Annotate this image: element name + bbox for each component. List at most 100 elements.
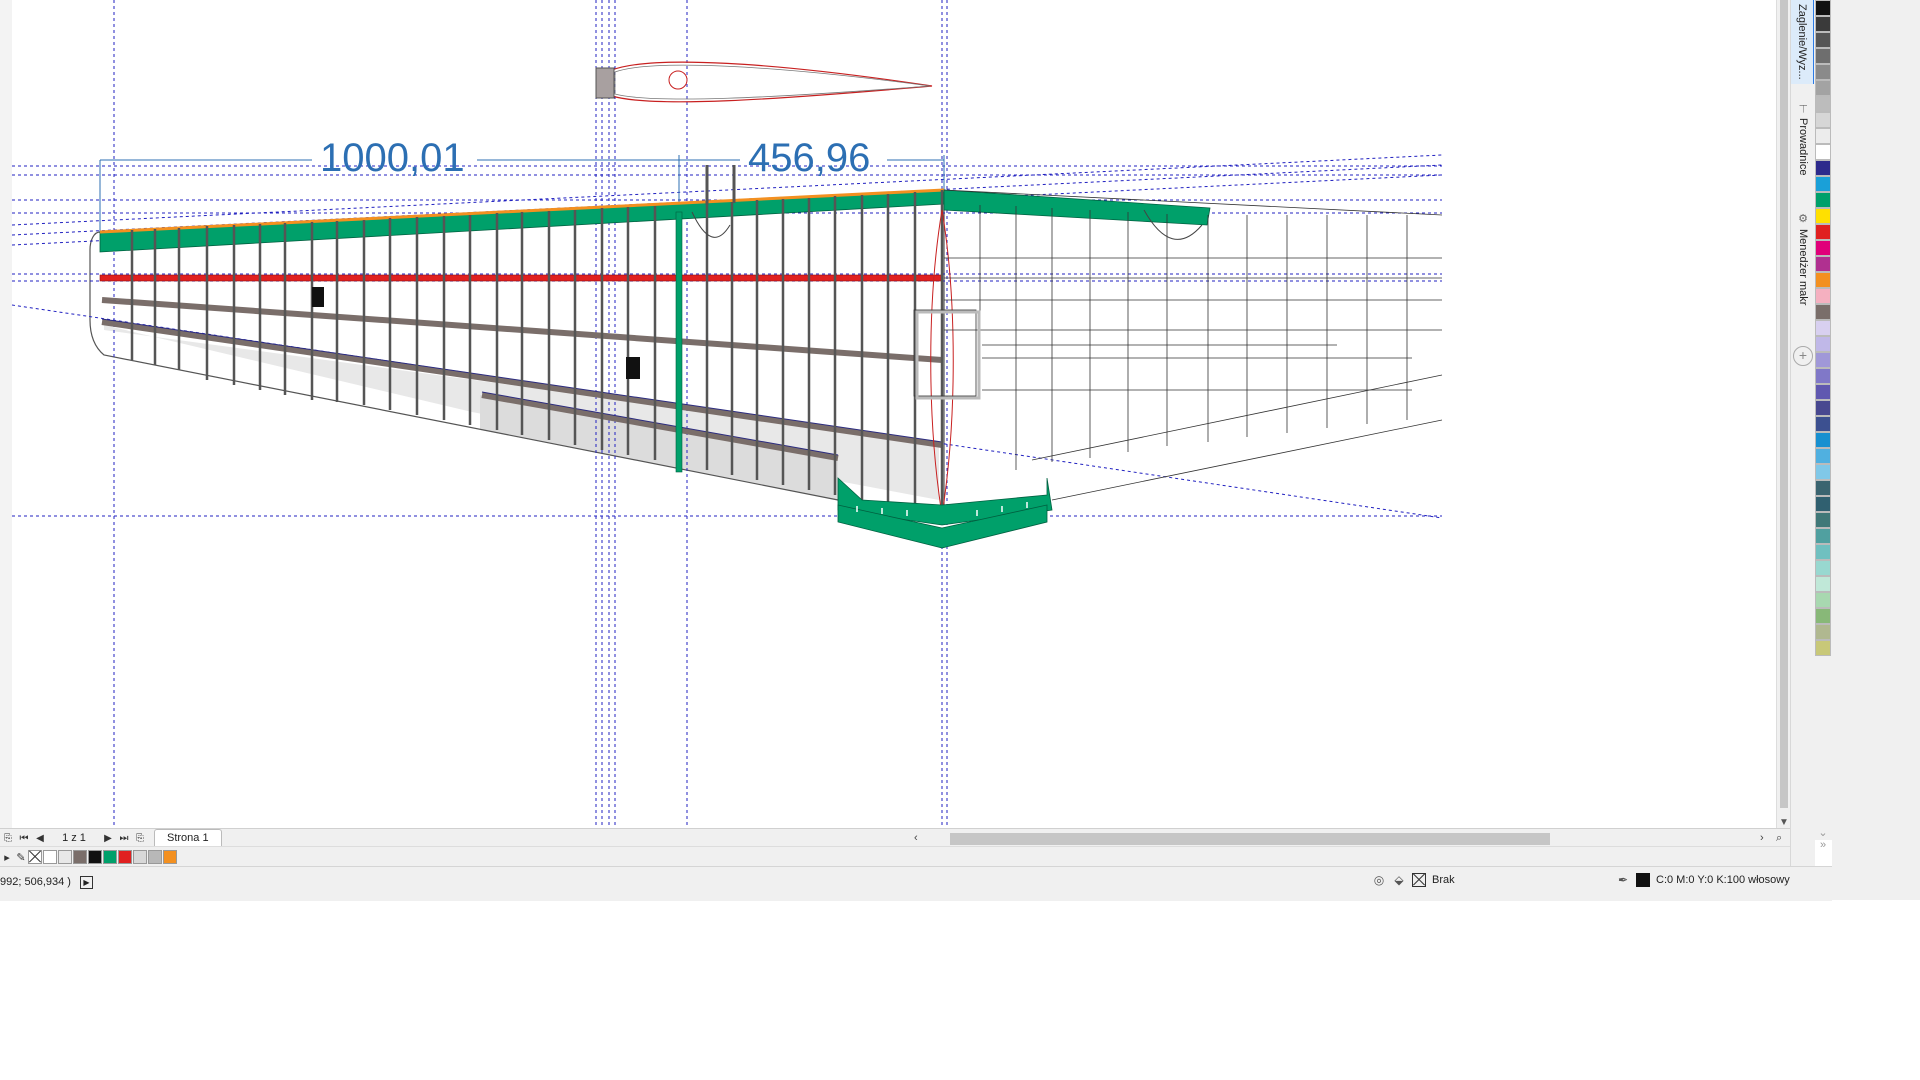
- airfoil-profile: [595, 61, 933, 103]
- palette-swatch[interactable]: [1815, 336, 1831, 352]
- no-fill-icon: [1412, 873, 1426, 887]
- palette-swatch[interactable]: [1815, 640, 1831, 656]
- vertical-scrollbar[interactable]: ▼: [1776, 0, 1791, 830]
- prev-page-icon[interactable]: ◀: [32, 833, 48, 844]
- page-tab[interactable]: Strona 1: [154, 829, 222, 847]
- document-swatch[interactable]: [163, 850, 177, 864]
- palette-swatch[interactable]: [1815, 144, 1831, 160]
- palette-swatch[interactable]: [1815, 464, 1831, 480]
- palette-swatch[interactable]: [1815, 384, 1831, 400]
- fitting-block-1: [312, 287, 324, 307]
- palette-swatch[interactable]: [1815, 304, 1831, 320]
- tab-macro-manager[interactable]: ⚙ Menedżer makr: [1791, 208, 1815, 328]
- palette-swatch[interactable]: [1815, 128, 1831, 144]
- palette-swatch[interactable]: [1815, 352, 1831, 368]
- no-color-swatch[interactable]: [28, 850, 42, 864]
- first-page-icon[interactable]: ⏮: [16, 833, 32, 844]
- dimension-label-right[interactable]: 456,96: [748, 136, 870, 181]
- palette-swatch[interactable]: [1815, 16, 1831, 32]
- document-swatch[interactable]: [73, 850, 87, 864]
- palette-swatch[interactable]: [1815, 176, 1831, 192]
- macro-icon: ⚙: [1796, 212, 1809, 225]
- status-bar: 992; 506,934 ) ▶ ◎ ⬙ Brak ✒ C:0 M:0 Y:0 …: [0, 866, 1832, 901]
- document-swatch[interactable]: [58, 850, 72, 864]
- palette-swatch[interactable]: [1815, 208, 1831, 224]
- window-margin: [1832, 0, 1920, 900]
- palette-swatch[interactable]: [1815, 320, 1831, 336]
- palette-swatch[interactable]: [1815, 240, 1831, 256]
- palette-swatch[interactable]: [1815, 224, 1831, 240]
- palette-swatch[interactable]: [1815, 272, 1831, 288]
- page-navigator: ⎘ ⏮ ◀ 1 z 1 ▶ ⏭ ⎘ Strona 1: [0, 828, 910, 847]
- palette-swatch[interactable]: [1815, 416, 1831, 432]
- document-swatch[interactable]: [148, 850, 162, 864]
- palette-swatch[interactable]: [1815, 544, 1831, 560]
- guidelines-icon: ⊢: [1796, 104, 1809, 114]
- pen-nib-icon: ✒: [1617, 873, 1629, 887]
- palette-swatch[interactable]: [1815, 480, 1831, 496]
- document-swatch[interactable]: [133, 850, 147, 864]
- palette-swatch[interactable]: [1815, 80, 1831, 96]
- palette-swatch[interactable]: [1815, 0, 1831, 16]
- next-page-icon[interactable]: ▶: [100, 833, 116, 844]
- tab-label: Zaglenie/Wyz...: [1796, 4, 1808, 80]
- object-icon: ◎: [1373, 873, 1385, 887]
- palette-swatch[interactable]: [1815, 288, 1831, 304]
- palette-swatch[interactable]: [1815, 256, 1831, 272]
- palette-swatch[interactable]: [1815, 48, 1831, 64]
- dimension-label-left[interactable]: 1000,01: [320, 136, 465, 181]
- palette-swatch[interactable]: [1815, 528, 1831, 544]
- palette-swatch[interactable]: [1815, 512, 1831, 528]
- palette-swatch[interactable]: [1815, 112, 1831, 128]
- palette-menu-icon[interactable]: ▸: [0, 851, 14, 864]
- outline-label: C:0 M:0 Y:0 K:100 włosowy: [1656, 874, 1790, 886]
- document-palette: ▸ ✎: [0, 846, 1790, 867]
- document-swatch[interactable]: [103, 850, 117, 864]
- cursor-coordinates: 992; 506,934 ): [0, 876, 71, 888]
- palette-swatch[interactable]: [1815, 32, 1831, 48]
- palette-swatch[interactable]: [1815, 96, 1831, 112]
- horizontal-scroll-thumb[interactable]: [950, 833, 1550, 845]
- palette-swatch[interactable]: [1815, 160, 1831, 176]
- outline-indicator[interactable]: ✒ C:0 M:0 Y:0 K:100 włosowy: [1616, 873, 1790, 887]
- tab-guidelines[interactable]: ⊢ Prowadnice: [1791, 100, 1815, 210]
- page-counter: 1 z 1: [62, 832, 86, 844]
- fill-indicator[interactable]: ◎ ⬙ Brak: [1372, 873, 1455, 887]
- zoom-icon[interactable]: ⌕: [1776, 829, 1782, 847]
- fill-label: Brak: [1432, 874, 1455, 886]
- palette-swatch[interactable]: [1815, 592, 1831, 608]
- document-swatch[interactable]: [88, 850, 102, 864]
- document-swatch[interactable]: [43, 850, 57, 864]
- add-page-icon[interactable]: ⎘: [0, 833, 16, 844]
- vertical-scroll-thumb[interactable]: [1780, 0, 1788, 808]
- palette-swatch[interactable]: [1815, 400, 1831, 416]
- tab-align-distribute[interactable]: Zaglenie/Wyz...: [1791, 0, 1815, 84]
- palette-swatch[interactable]: [1815, 432, 1831, 448]
- scroll-right-arrow-icon[interactable]: ›: [1760, 829, 1764, 847]
- palette-swatch[interactable]: [1815, 608, 1831, 624]
- horizontal-scrollbar[interactable]: ‹ › ⌕: [910, 828, 1790, 847]
- palette-swatch[interactable]: [1815, 448, 1831, 464]
- eyedropper-icon[interactable]: ✎: [14, 851, 28, 864]
- palette-swatch[interactable]: [1815, 624, 1831, 640]
- add-docker-icon[interactable]: +: [1793, 346, 1813, 366]
- last-page-icon[interactable]: ⏭: [116, 833, 132, 844]
- add-page-end-icon[interactable]: ⎘: [132, 833, 148, 844]
- palette-swatch[interactable]: [1815, 560, 1831, 576]
- scroll-left-arrow-icon[interactable]: ‹: [914, 829, 918, 847]
- top-spar-extension: [943, 189, 1211, 226]
- fitting-block-2: [626, 357, 640, 379]
- wing-drawing: [12, 0, 1443, 830]
- play-icon[interactable]: ▶: [80, 876, 93, 889]
- palette-swatch[interactable]: [1815, 496, 1831, 512]
- palette-scroll-icon[interactable]: ⌄»: [1814, 826, 1832, 866]
- palette-swatch[interactable]: [1815, 64, 1831, 80]
- document-swatch[interactable]: [118, 850, 132, 864]
- palette-swatch[interactable]: [1815, 576, 1831, 592]
- palette-swatch[interactable]: [1815, 368, 1831, 384]
- green-vertical-spar: [675, 211, 683, 473]
- drawing-canvas[interactable]: 1000,01 456,96: [12, 0, 1790, 830]
- palette-swatch[interactable]: [1815, 192, 1831, 208]
- docker-tabs-panel: Zaglenie/Wyz... ⊢ Prowadnice ⚙ Menedżer …: [1790, 0, 1815, 880]
- tab-label: Menedżer makr: [1797, 229, 1809, 306]
